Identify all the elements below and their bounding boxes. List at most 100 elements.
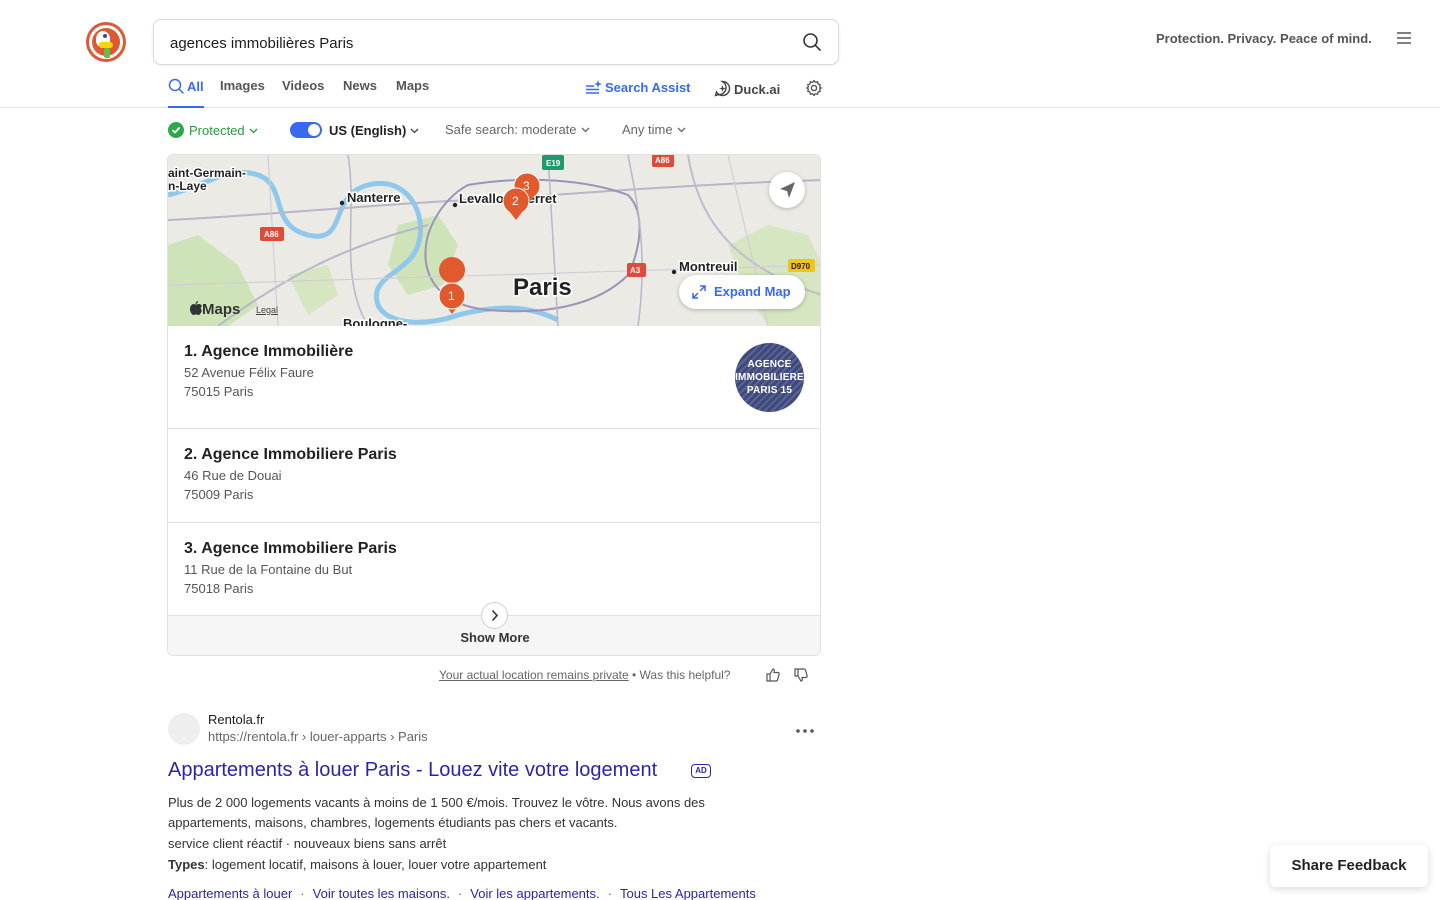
duckduckgo-logo[interactable] — [86, 22, 126, 62]
sitelink-separator: · — [607, 886, 612, 900]
svg-text:1: 1 — [448, 289, 455, 303]
apple-logo-icon — [190, 301, 202, 315]
region-filter[interactable]: US (English) — [290, 122, 419, 138]
thumbs-down-icon — [794, 668, 808, 682]
search-button[interactable] — [802, 32, 824, 54]
tab-images[interactable]: Images — [220, 78, 265, 108]
sitelink-separator: · — [457, 886, 463, 900]
map-label-saint-germain: aint-Germain- — [168, 166, 246, 180]
magnifier-icon — [803, 33, 821, 51]
sitelink-tous-appartements[interactable]: Tous Les Appartements — [620, 886, 756, 900]
place-title: 2. Agence Immobiliere Paris — [184, 446, 397, 463]
time-label: Any time — [622, 122, 673, 137]
place-title: 1. Agence Immobilière — [184, 343, 354, 360]
time-filter[interactable]: Any time — [622, 122, 686, 137]
expand-map-label: Expand Map — [714, 284, 791, 299]
chevron-down-icon — [581, 127, 589, 133]
settings-button[interactable] — [805, 79, 823, 97]
safe-search-filter[interactable]: Safe search: moderate — [445, 122, 590, 137]
road-badge-a86-top: A86 — [655, 156, 670, 165]
tab-videos[interactable]: Videos — [282, 78, 324, 108]
place-result-2[interactable]: 2. Agence Immobiliere Paris 46 Rue de Do… — [168, 429, 820, 523]
place-postcode: 75015 Paris — [184, 384, 254, 399]
result-types-line: Types: logement locatif, maisons à louer… — [168, 857, 546, 872]
magnifier-icon — [168, 78, 184, 94]
protected-filter[interactable]: Protected — [168, 122, 258, 138]
place-address: 11 Rue de la Fontaine du But — [184, 562, 353, 577]
local-results-card: aint-Germain- n-Laye Nanterre Levallois-… — [167, 154, 821, 656]
sitelink-maisons[interactable]: Voir toutes les maisons. — [313, 886, 450, 900]
result-site-name[interactable]: Rentola.fr — [208, 712, 264, 727]
menu-button[interactable] — [1396, 30, 1414, 48]
thumbs-up-icon — [766, 668, 780, 682]
road-badge-a3: A3 — [630, 266, 641, 275]
map-label-boulogne: Boulogne- — [343, 316, 407, 326]
svg-text:2: 2 — [512, 194, 519, 208]
sitelink-appartements[interactable]: Appartements à louer — [168, 886, 292, 900]
expand-map-button[interactable]: Expand Map — [679, 275, 805, 309]
region-toggle[interactable] — [290, 122, 322, 138]
search-input[interactable] — [170, 32, 770, 54]
sparkle-list-icon — [586, 80, 602, 94]
privacy-row: Your actual location remains private • W… — [439, 668, 730, 682]
tagline: Protection. Privacy. Peace of mind. — [1156, 31, 1372, 46]
result-url[interactable]: https://rentola.fr › louer-apparts › Par… — [208, 729, 428, 744]
road-badge-a86-left: A86 — [264, 230, 279, 239]
place-postcode: 75018 Paris — [184, 581, 254, 596]
chat-bubble-icon — [714, 80, 731, 97]
result-snippet-line-1: Plus de 2 000 logements vacants à moins … — [168, 795, 705, 810]
result-title-link[interactable]: Appartements à louer Paris - Louez vite … — [168, 759, 657, 782]
ad-badge[interactable]: AD — [691, 764, 711, 778]
check-circle-icon — [168, 122, 184, 138]
hamburger-icon — [1397, 32, 1411, 44]
helpful-question: • Was this helpful? — [632, 668, 731, 682]
maps-brand-label: Maps — [202, 301, 241, 318]
chevron-down-icon — [249, 128, 258, 134]
place-title: 3. Agence Immobiliere Paris — [184, 540, 397, 557]
place-logo-text-1: AGENCE — [747, 359, 792, 370]
header: Protection. Privacy. Peace of mind. All … — [0, 0, 1440, 108]
result-sitelinks: Appartements à louer · Voir toutes les mai… — [168, 886, 756, 900]
map-view[interactable]: aint-Germain- n-Laye Nanterre Levallois-… — [168, 155, 820, 326]
map-label-nanterre: Nanterre — [347, 190, 400, 205]
types-label: Types — [168, 857, 205, 872]
search-box — [153, 19, 839, 65]
gear-icon — [806, 79, 822, 97]
tab-news[interactable]: News — [343, 78, 377, 108]
sitelink-voir-appartements[interactable]: Voir les appartements. — [470, 886, 599, 900]
tab-all[interactable]: All — [168, 78, 204, 108]
apple-maps-logo: Maps — [190, 301, 240, 318]
map-label-laye: n-Laye — [168, 179, 207, 193]
types-value: : logement locatif, maisons à louer, lou… — [204, 857, 547, 872]
site-favicon — [168, 713, 200, 745]
result-snippet-line-2: appartements, maisons, chambres, logemen… — [168, 815, 618, 830]
duck-ai-label: Duck.ai — [734, 82, 781, 97]
result-snippet-line-3: service client réactif · nouveaux biens … — [168, 836, 447, 851]
place-address: 46 Rue de Douai — [184, 468, 282, 483]
expand-arrows-icon — [692, 285, 706, 299]
more-dots-icon — [796, 729, 814, 733]
show-more-button[interactable]: Show More — [168, 630, 820, 645]
place-logo-text-2: IMMOBILIERE — [735, 372, 804, 383]
road-badge-d970: D970 — [791, 262, 811, 271]
thumbs-up-button[interactable] — [766, 668, 780, 682]
share-feedback-button[interactable]: Share Feedback — [1270, 845, 1428, 887]
location-arrow-icon — [780, 182, 795, 198]
duck-ai-button[interactable]: Duck.ai — [714, 80, 780, 97]
chevron-down-icon — [410, 128, 419, 134]
show-more-arrow-button[interactable] — [481, 602, 508, 629]
place-result-1[interactable]: 1. Agence Immobilière 52 Avenue Félix Fa… — [168, 326, 820, 429]
region-label: US (English) — [329, 123, 407, 138]
search-assist-label: Search Assist — [605, 80, 691, 95]
location-privacy-link[interactable]: Your actual location remains private — [439, 668, 629, 682]
thumbs-down-button[interactable] — [794, 668, 808, 682]
road-badge-e19: E19 — [546, 159, 561, 168]
tab-maps[interactable]: Maps — [396, 78, 429, 108]
chevron-down-icon — [677, 127, 686, 133]
map-legal-link[interactable]: Legal — [256, 305, 278, 315]
search-assist-button[interactable]: Search Assist — [585, 80, 691, 95]
chevron-right-icon — [491, 609, 499, 622]
result-more-options-button[interactable] — [795, 722, 815, 740]
locate-button[interactable] — [769, 172, 805, 208]
sitelink-separator: · — [300, 886, 305, 900]
